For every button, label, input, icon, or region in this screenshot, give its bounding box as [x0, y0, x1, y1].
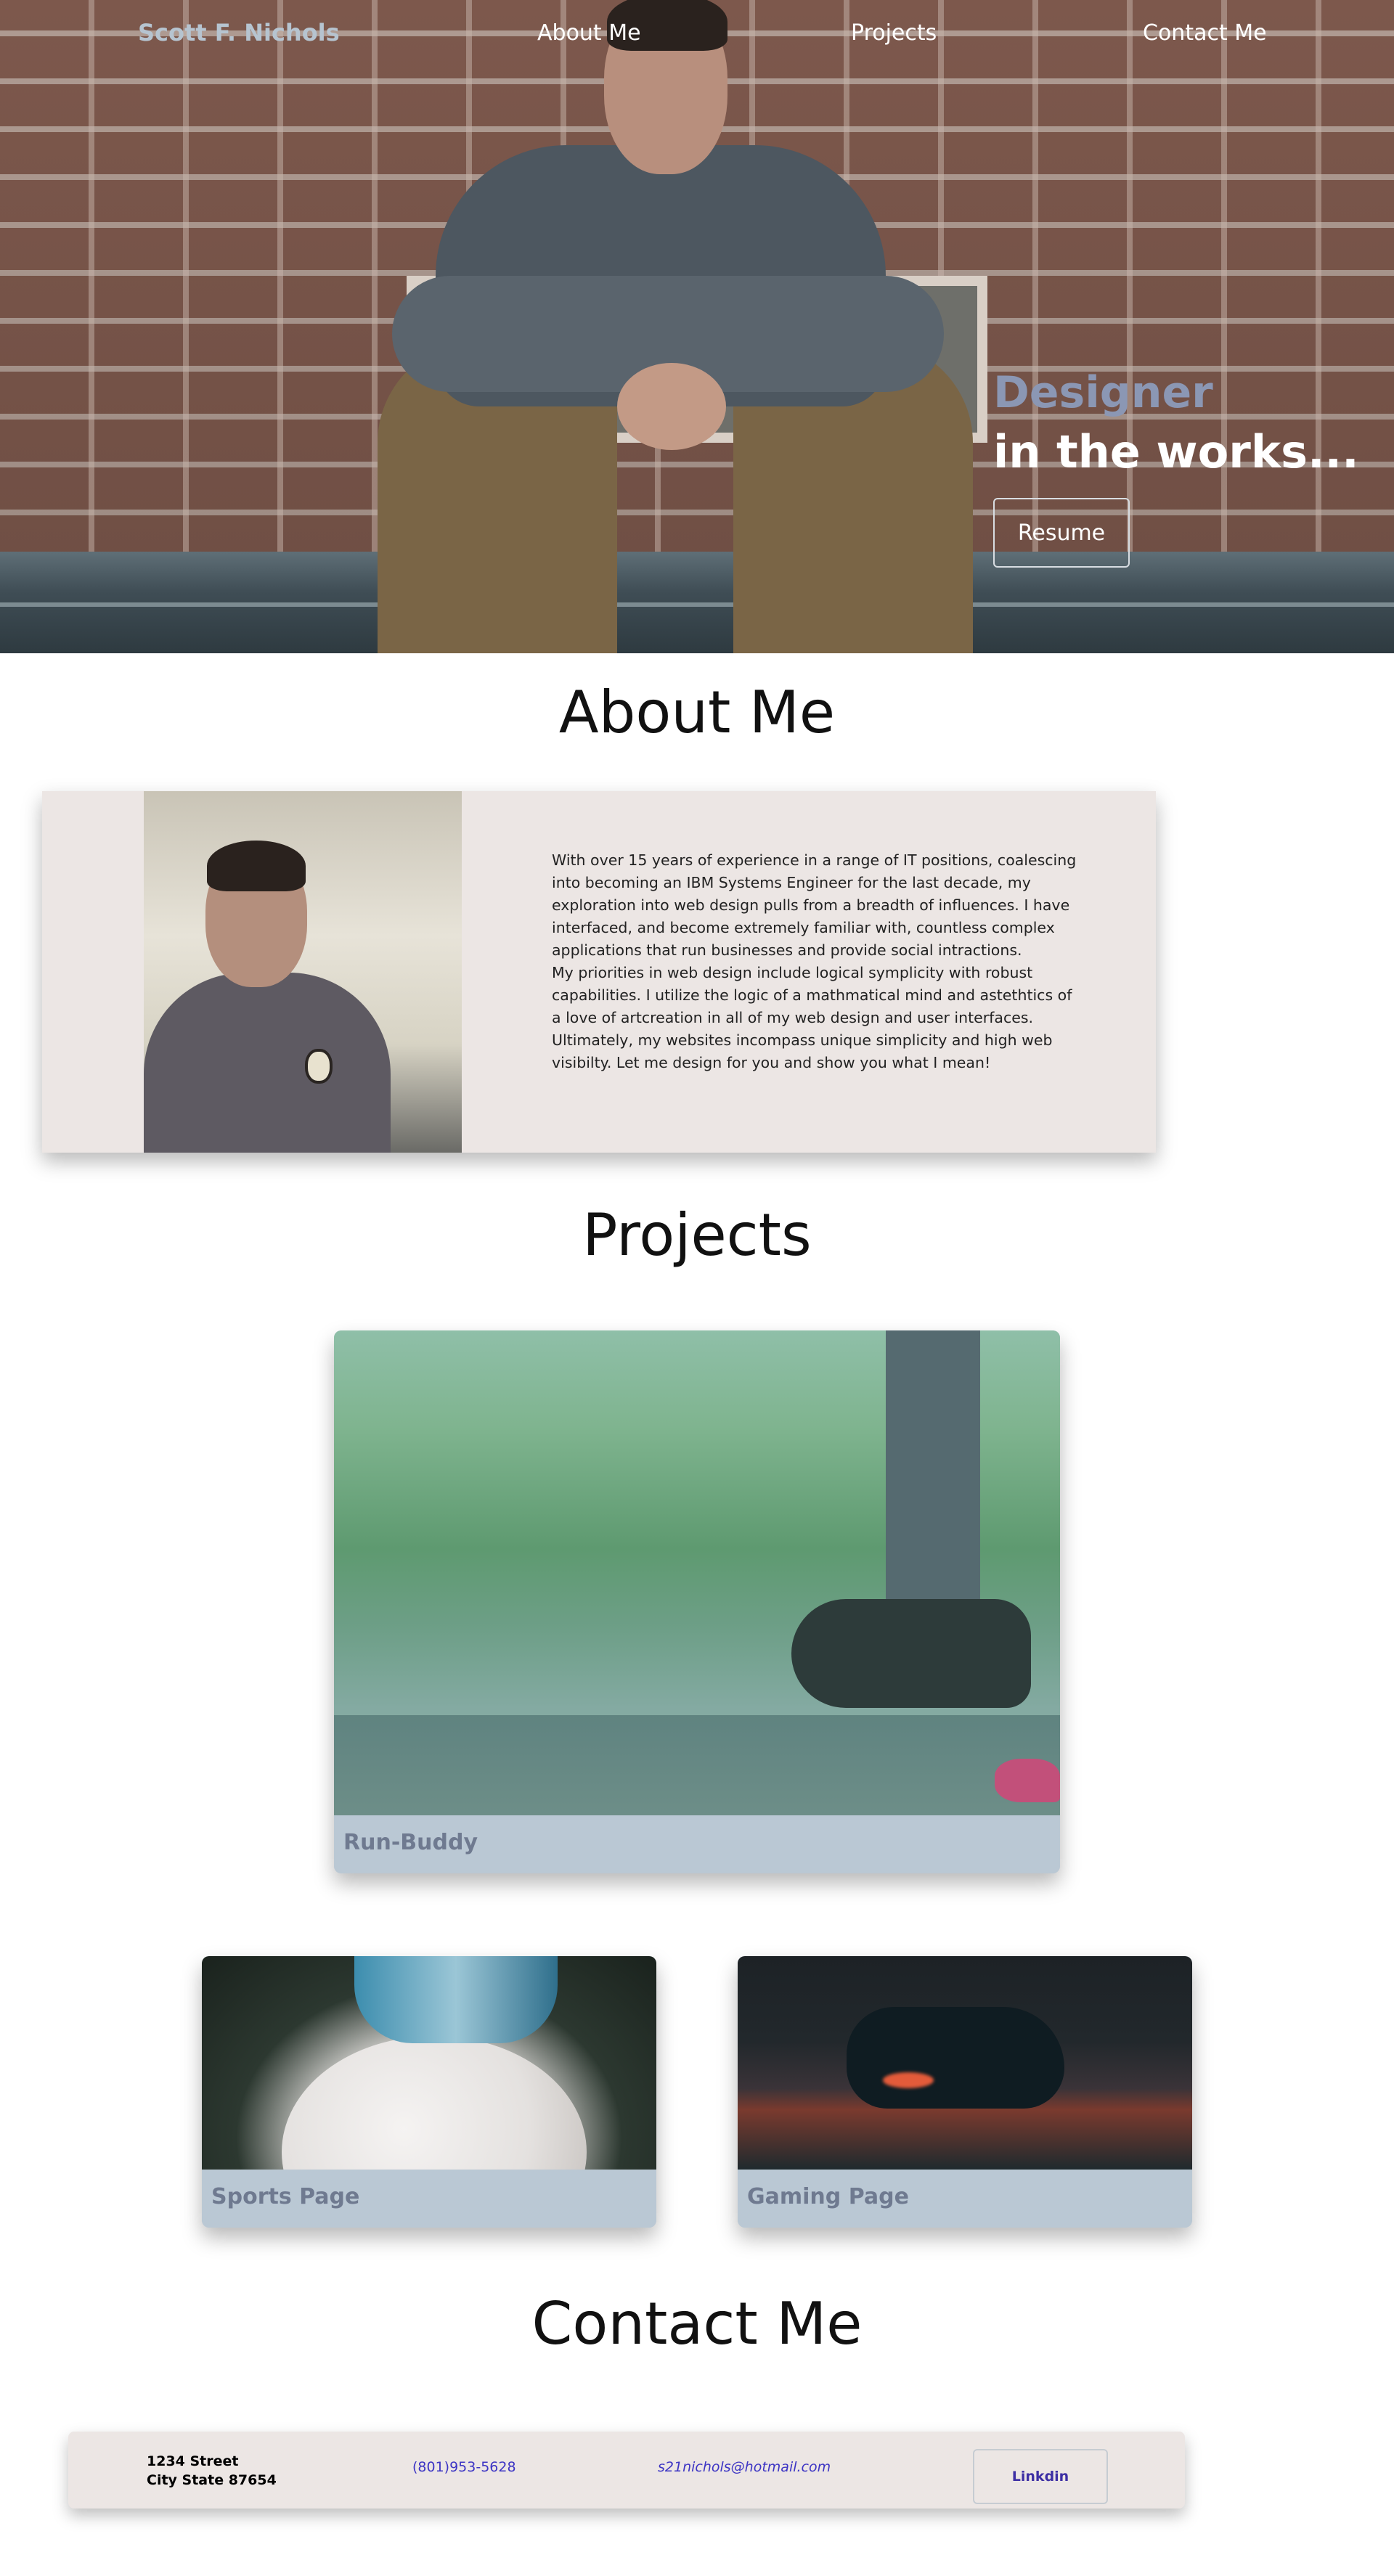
address-line-2: City State 87654 — [147, 2472, 277, 2488]
project-card-gaming-page[interactable]: Gaming Page — [738, 1956, 1192, 2228]
about-portrait-photo — [144, 791, 462, 1153]
image-runner-leg — [791, 1599, 1031, 1708]
project-label-run-buddy: Run-Buddy — [334, 1815, 1060, 1873]
linkedin-button[interactable]: Linkdin — [973, 2449, 1108, 2504]
projects-section-title: Projects — [582, 1201, 812, 1269]
about-section-title: About Me — [558, 679, 836, 746]
hero-tagline: Designer in the works... — [993, 363, 1359, 482]
about-bio: With over 15 years of experience in a ra… — [552, 849, 1082, 1074]
portrait-hair — [207, 841, 306, 891]
brand-name[interactable]: Scott F. Nichols — [138, 19, 340, 46]
image-road — [334, 1715, 1060, 1815]
about-card: With over 15 years of experience in a ra… — [42, 791, 1156, 1153]
image-runner-shoe — [995, 1759, 1060, 1802]
hero-tagline-line2: in the works... — [993, 425, 1359, 478]
nav-link-contact[interactable]: Contact Me — [1143, 20, 1267, 46]
about-paragraph-1: With over 15 years of experience in a ra… — [552, 851, 1077, 959]
contact-email-link[interactable]: s21nichols@hotmail.com — [658, 2459, 831, 2475]
nav-link-projects[interactable]: Projects — [851, 20, 937, 46]
top-navigation: Scott F. Nichols About Me Projects Conta… — [0, 0, 1394, 67]
address-line-1: 1234 Street — [147, 2453, 239, 2469]
resume-button[interactable]: Resume — [993, 498, 1130, 568]
image-cleat — [354, 1956, 558, 2043]
project-card-run-buddy[interactable]: Run-Buddy — [334, 1330, 1060, 1873]
sports-page-image — [202, 1956, 656, 2228]
portrait-crest — [305, 1049, 333, 1084]
contact-address: 1234 Street City State 87654 — [147, 2452, 277, 2490]
run-buddy-image — [334, 1330, 1060, 1815]
portrait-body — [144, 973, 391, 1153]
project-label-sports-page: Sports Page — [202, 2170, 656, 2228]
project-card-sports-page[interactable]: Sports Page — [202, 1956, 656, 2228]
nav-link-about[interactable]: About Me — [537, 20, 641, 46]
contact-section-title: Contact Me — [531, 2290, 863, 2358]
project-label-gaming-page: Gaming Page — [738, 2170, 1192, 2228]
gaming-page-image — [738, 1956, 1192, 2170]
sidewalk — [0, 552, 1394, 653]
image-controller-light — [883, 2072, 934, 2088]
hero-tagline-line1: Designer — [993, 367, 1213, 418]
image-game-controller — [847, 2007, 1064, 2109]
hero-person-hands — [617, 363, 726, 450]
about-paragraph-2: My priorities in web design include logi… — [552, 964, 1072, 1071]
hero-banner: Scott F. Nichols About Me Projects Conta… — [0, 0, 1394, 653]
contact-phone-link[interactable]: (801)953-5628 — [412, 2459, 516, 2475]
contact-card: 1234 Street City State 87654 (801)953-56… — [68, 2432, 1185, 2508]
